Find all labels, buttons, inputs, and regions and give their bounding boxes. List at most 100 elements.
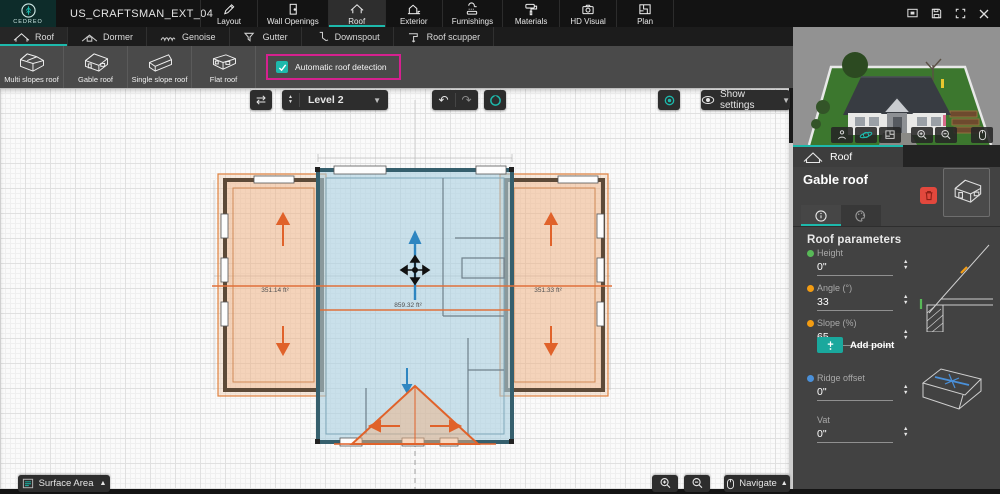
ridge-offset-dot bbox=[807, 375, 814, 382]
area-label-right: 351.33 ft² bbox=[534, 287, 562, 294]
trash-icon bbox=[924, 190, 934, 201]
menu-item-materials[interactable]: Materials bbox=[502, 0, 559, 27]
zoom-in-button[interactable] bbox=[652, 475, 678, 492]
single-slope-roof-icon bbox=[145, 51, 175, 74]
redo-button[interactable]: ↷ bbox=[456, 93, 478, 107]
target-icon bbox=[663, 94, 676, 107]
zoom-out-button[interactable] bbox=[684, 475, 710, 492]
preview-navigate-button[interactable] bbox=[971, 127, 993, 143]
menu-item-furnishings[interactable]: Furnishings bbox=[441, 0, 502, 27]
surface-area-label: Surface Area bbox=[38, 478, 94, 489]
level-stepper[interactable]: ▲ ▼ bbox=[282, 93, 300, 107]
height-input[interactable]: 0" bbox=[817, 261, 893, 276]
menu-item-wall-openings[interactable]: Wall Openings bbox=[257, 0, 328, 27]
tool-label: Multi slopes roof bbox=[4, 74, 59, 84]
vat-field: Vat 0" ▲ ▼ bbox=[807, 415, 908, 443]
center-view-button[interactable] bbox=[658, 90, 680, 110]
tool-label: Flat roof bbox=[209, 74, 238, 84]
gable-roof-button[interactable]: Gable roof bbox=[64, 46, 128, 88]
feedback-icon[interactable] bbox=[906, 7, 919, 20]
flat-roof-icon bbox=[209, 51, 239, 74]
show-settings-button[interactable]: Show settings ▼ bbox=[701, 89, 790, 111]
slope-dot bbox=[807, 320, 814, 327]
ribbon-tab-dormer[interactable]: Dormer bbox=[68, 27, 148, 46]
ribbon-tab-downspout[interactable]: Downspout bbox=[302, 27, 394, 46]
ribbon-tab-label: Gutter bbox=[262, 31, 288, 42]
close-icon[interactable] bbox=[978, 8, 990, 20]
navigate-label: Navigate bbox=[739, 478, 777, 489]
ribbon-tab-gutter[interactable]: Gutter bbox=[230, 27, 302, 46]
flat-roof-button[interactable]: Flat roof bbox=[192, 46, 256, 88]
ribbon-tab-label: Dormer bbox=[103, 31, 134, 42]
angle-field: Angle (°) 33 ▲ ▼ bbox=[807, 283, 908, 311]
tool-label: Single slope roof bbox=[131, 74, 188, 84]
genoise-icon bbox=[160, 31, 177, 43]
project-title: US_CRAFTSMAN_EXT_04 bbox=[70, 7, 214, 20]
multi-slopes-roof-button[interactable]: Multi slopes roof bbox=[0, 46, 64, 88]
menu-item-plan[interactable]: Plan bbox=[616, 0, 675, 27]
panel-tab-label: Roof bbox=[830, 151, 853, 163]
ribbon-tab-genoise[interactable]: Genoise bbox=[147, 27, 230, 46]
preview-zoom-out-button[interactable] bbox=[935, 127, 957, 143]
fullscreen-icon[interactable] bbox=[954, 7, 967, 20]
ridge-offset-stepper[interactable]: ▲ ▼ bbox=[903, 384, 908, 396]
menu-item-layout[interactable]: Layout bbox=[200, 0, 257, 27]
panel-scrollbar[interactable] bbox=[789, 143, 793, 489]
undo-redo-group: ↶ ↷ bbox=[432, 90, 478, 110]
swap-view-button[interactable]: ⇄ bbox=[250, 90, 272, 110]
gutter-icon bbox=[243, 31, 258, 43]
show-settings-label: Show settings bbox=[720, 89, 755, 111]
plan-view-button[interactable] bbox=[879, 127, 901, 143]
palette-icon bbox=[854, 209, 868, 223]
delete-roof-button[interactable] bbox=[920, 187, 937, 204]
orbit-view-button[interactable] bbox=[855, 127, 877, 143]
height-dot bbox=[807, 250, 814, 257]
level-selector[interactable]: ▲ ▼ Level 2 ▼ bbox=[282, 90, 388, 110]
automatic-roof-detection-checkbox[interactable] bbox=[276, 61, 288, 73]
plan-view-icon bbox=[884, 129, 896, 141]
field-label: Slope (%) bbox=[817, 318, 857, 328]
preview-zoom-in-button[interactable] bbox=[911, 127, 933, 143]
tab-roof-parameters[interactable] bbox=[801, 205, 841, 226]
slope-stepper[interactable]: ▲ ▼ bbox=[903, 329, 908, 341]
menu-item-label: Layout bbox=[216, 16, 242, 26]
roof-tab-icon bbox=[13, 31, 30, 43]
add-point-button[interactable] bbox=[817, 337, 843, 353]
top-bar: CEDREO US_CRAFTSMAN_EXT_04 Layout Wall O… bbox=[0, 0, 1000, 27]
compass-button[interactable] bbox=[484, 90, 506, 110]
canvas[interactable]: 351.14 ft² 859.32 ft² 351.33 ft² ⇄ ▲ ▼ Le… bbox=[0, 88, 790, 494]
left-wing-roof[interactable] bbox=[217, 173, 327, 397]
menu-item-hd-visual[interactable]: HD Visual bbox=[559, 0, 616, 27]
menu-item-exterior[interactable]: Exterior bbox=[384, 0, 442, 27]
vat-stepper[interactable]: ▲ ▼ bbox=[903, 426, 908, 438]
surface-area-button[interactable]: Surface Area ▲ bbox=[18, 475, 110, 492]
ribbon-tab-roof[interactable]: Roof bbox=[0, 27, 69, 46]
angle-input[interactable]: 33 bbox=[817, 296, 893, 311]
vat-input[interactable]: 0" bbox=[817, 428, 893, 443]
zoom-out-icon bbox=[940, 129, 952, 141]
roof-icon bbox=[349, 2, 365, 16]
save-icon[interactable] bbox=[930, 7, 943, 20]
single-slope-roof-button[interactable]: Single slope roof bbox=[128, 46, 192, 88]
ribbon-tab-label: Downspout bbox=[334, 31, 380, 42]
angle-stepper[interactable]: ▲ ▼ bbox=[903, 294, 908, 306]
panel-tab-roof[interactable]: Roof bbox=[793, 145, 903, 167]
menu-item-roof[interactable]: Roof bbox=[327, 0, 385, 27]
navigate-button[interactable]: Navigate ▲ bbox=[724, 475, 790, 492]
cedreo-logo[interactable]: CEDREO bbox=[0, 0, 56, 27]
blueprint-icon bbox=[637, 2, 653, 16]
ribbon-tab-roof-scupper[interactable]: Roof scupper bbox=[394, 27, 495, 46]
add-point-icon bbox=[825, 340, 836, 351]
surface-area-icon bbox=[22, 478, 34, 489]
zoom-out-icon bbox=[691, 477, 704, 490]
tab-roof-materials[interactable] bbox=[841, 205, 881, 226]
ridge-offset-input[interactable]: 0" bbox=[817, 386, 893, 401]
height-stepper[interactable]: ▲ ▼ bbox=[903, 259, 908, 271]
gable-roof-thumbnail[interactable] bbox=[943, 168, 990, 217]
floor-plan[interactable]: 351.14 ft² 859.32 ft² 351.33 ft² bbox=[0, 88, 789, 494]
walkthrough-button[interactable] bbox=[831, 127, 853, 143]
undo-button[interactable]: ↶ bbox=[433, 93, 456, 107]
right-wing-roof[interactable] bbox=[499, 173, 609, 397]
mouse-icon bbox=[726, 478, 735, 490]
automatic-roof-detection-label: Automatic roof detection bbox=[295, 62, 387, 72]
